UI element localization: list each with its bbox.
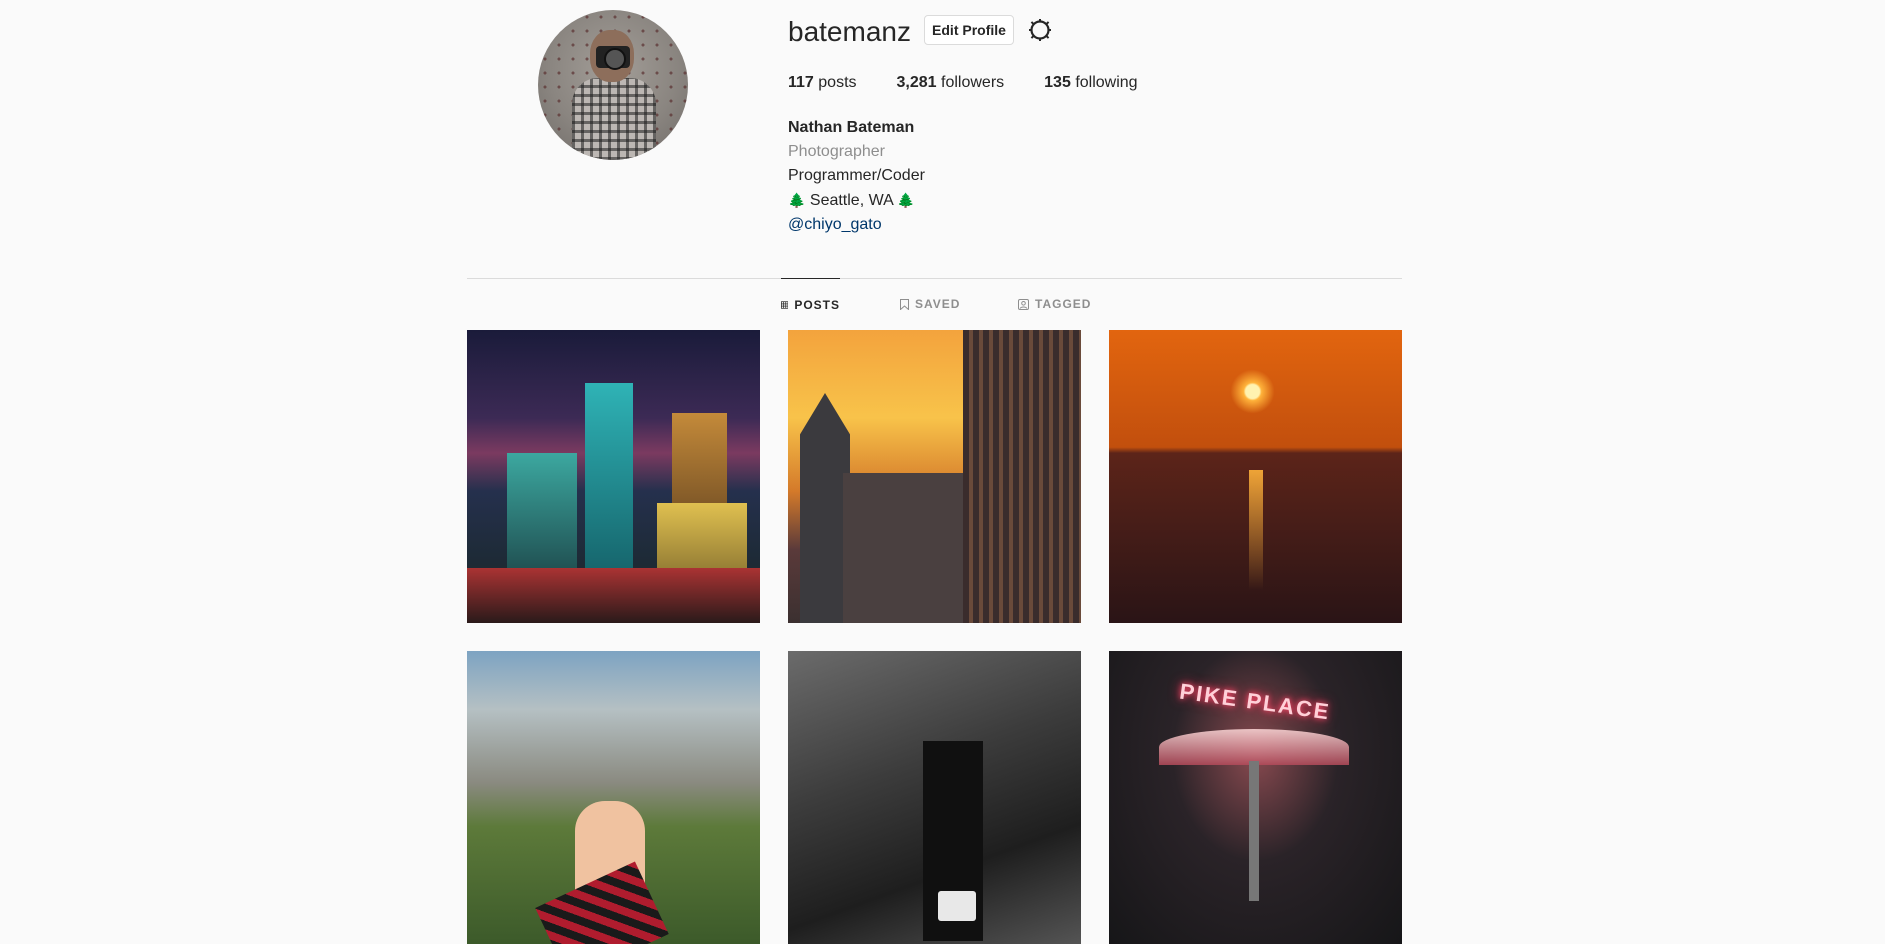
post-thumbnail[interactable] bbox=[1109, 330, 1402, 623]
tag-person-icon bbox=[1018, 298, 1029, 310]
tab-posts[interactable]: POSTS bbox=[781, 278, 840, 330]
post-thumbnail[interactable]: PIKE PLACE bbox=[1109, 651, 1402, 944]
mention-link[interactable]: @chiyo_gato bbox=[788, 213, 925, 237]
sun-reflection bbox=[1249, 470, 1263, 590]
post-thumbnail[interactable] bbox=[467, 651, 760, 944]
building-shape bbox=[843, 473, 963, 623]
post-thumbnail[interactable] bbox=[788, 330, 1081, 623]
following-label: following bbox=[1075, 74, 1138, 91]
tab-saved[interactable]: SAVED bbox=[900, 278, 960, 330]
tab-tagged-label: TAGGED bbox=[1035, 297, 1092, 311]
posts-count: 117 bbox=[788, 74, 814, 91]
tab-saved-label: SAVED bbox=[915, 297, 961, 311]
post-thumbnail[interactable] bbox=[467, 330, 760, 623]
tab-tagged[interactable]: TAGGED bbox=[1018, 278, 1091, 330]
profile-header: batemanz Edit Profile 117 posts 3,281 fo… bbox=[0, 0, 1885, 260]
tree-icon: 🌲 bbox=[788, 192, 806, 208]
glass-building-shape bbox=[963, 330, 1081, 623]
profile-username: batemanz bbox=[788, 16, 911, 47]
post-thumbnail[interactable] bbox=[788, 651, 1081, 944]
edit-profile-button[interactable]: Edit Profile bbox=[924, 15, 1014, 45]
tree-icon: 🌲 bbox=[897, 192, 915, 208]
gear-icon[interactable] bbox=[1028, 18, 1052, 42]
location-text: Seattle, WA bbox=[809, 192, 893, 209]
pole-shape bbox=[1249, 761, 1259, 901]
followers-label: followers bbox=[941, 74, 1005, 91]
canopy-shape bbox=[1159, 729, 1349, 765]
profile-bio: Nathan Bateman Photographer Programmer/C… bbox=[788, 116, 925, 237]
profile-tabs: POSTS SAVED TAGGED bbox=[0, 278, 1885, 330]
tab-posts-label: POSTS bbox=[794, 297, 840, 312]
bucket-shape bbox=[938, 891, 976, 921]
full-name: Nathan Bateman bbox=[788, 119, 915, 136]
followers-stat[interactable]: 3,281 followers bbox=[897, 72, 1005, 94]
profile-stats: 117 posts 3,281 followers 135 following bbox=[788, 72, 1178, 94]
category-label: Photographer bbox=[788, 143, 885, 160]
posts-label: posts bbox=[818, 74, 857, 91]
following-count: 135 bbox=[1044, 74, 1071, 91]
waterfront-shape bbox=[467, 568, 760, 623]
bookmark-icon bbox=[900, 298, 909, 310]
avatar-torso bbox=[572, 78, 656, 160]
following-stat[interactable]: 135 following bbox=[1044, 72, 1137, 94]
profile-avatar[interactable] bbox=[538, 10, 688, 160]
posts-stat: 117 posts bbox=[788, 72, 857, 94]
location-line: 🌲 Seattle, WA 🌲 bbox=[788, 188, 925, 213]
grid-icon bbox=[781, 300, 789, 309]
pike-place-sign: PIKE PLACE bbox=[1178, 678, 1333, 725]
followers-count: 3,281 bbox=[896, 74, 937, 91]
bio-line: Programmer/Coder bbox=[788, 167, 925, 184]
camera-lens bbox=[604, 48, 626, 70]
